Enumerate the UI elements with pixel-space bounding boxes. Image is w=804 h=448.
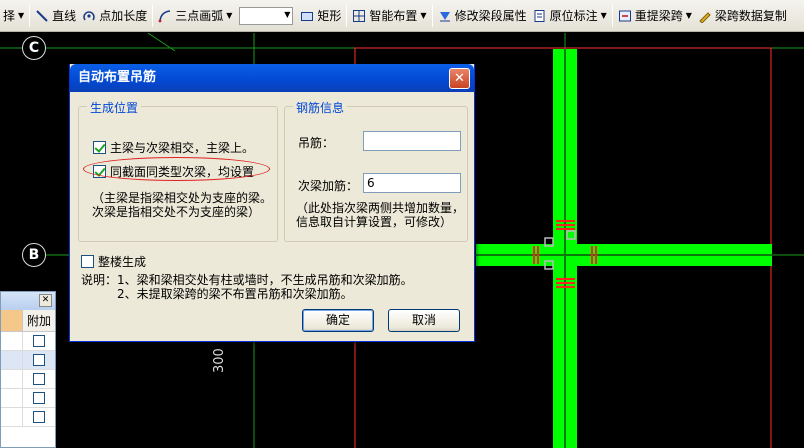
in-situ-annotation-icon bbox=[533, 9, 547, 23]
toolbar-separator bbox=[346, 4, 348, 27]
row-checkbox[interactable] bbox=[33, 373, 45, 385]
table-row bbox=[1, 351, 55, 370]
hanger-input[interactable] bbox=[363, 131, 461, 151]
toolbar-separator bbox=[29, 4, 31, 27]
axis-bubble-c: C bbox=[22, 36, 46, 60]
rectangle-button[interactable]: 矩形 bbox=[297, 4, 344, 28]
extra-rebar-label: 次梁加筋： bbox=[298, 179, 359, 193]
group-legend: 生成位置 bbox=[87, 99, 142, 116]
close-icon[interactable]: ✕ bbox=[449, 68, 470, 89]
row-checkbox[interactable] bbox=[33, 411, 45, 423]
modify-beam-icon bbox=[438, 9, 452, 23]
layer-combo[interactable]: ▼ bbox=[239, 6, 294, 25]
table-row bbox=[1, 408, 55, 427]
whole-floor-checkbox[interactable] bbox=[81, 255, 94, 268]
extra-rebar-input[interactable]: 6 bbox=[363, 173, 461, 193]
arc-icon bbox=[158, 9, 172, 23]
chevron-down-icon: ▼ bbox=[284, 9, 291, 19]
copy-span-icon bbox=[698, 9, 712, 24]
remark-line2: 2、未提取梁跨的梁不布置吊筋和次梁加筋。 bbox=[117, 287, 353, 301]
side-panel: ✕ 附加 bbox=[0, 291, 56, 448]
three-point-arc-button[interactable]: 三点画弧 ▼ bbox=[155, 4, 235, 28]
hanger-label: 吊筋： bbox=[298, 136, 335, 150]
toolbar-select-partial[interactable]: 择 ▼ bbox=[0, 4, 27, 28]
re-extract-span-icon bbox=[618, 9, 632, 23]
chevron-down-icon: ▼ bbox=[226, 11, 233, 20]
row-checkbox[interactable] bbox=[33, 392, 45, 404]
toolbar-separator bbox=[431, 4, 433, 27]
ok-button[interactable]: 确定 bbox=[302, 309, 374, 332]
row-header-cell bbox=[1, 310, 23, 331]
toolbar-separator bbox=[611, 4, 613, 27]
line-button[interactable]: 直线 bbox=[32, 4, 79, 28]
point-length-icon bbox=[82, 9, 96, 23]
remark-line1: 说明：1、梁和梁相交处有柱或墙时，不生成吊筋和次梁加筋。 bbox=[81, 273, 413, 287]
left-note-line1: （主梁是指梁相交处为支座的梁。 bbox=[92, 191, 273, 205]
row-checkbox[interactable] bbox=[33, 335, 45, 347]
axis-bubble-b: B bbox=[22, 243, 46, 267]
table-row bbox=[1, 370, 55, 389]
row-checkbox[interactable] bbox=[33, 354, 45, 366]
toolbar: 择 ▼ 直线 点加长度 三点画弧 ▼ ▼ 矩形 智能布置 ▼ 修改梁段属性 原位标注 ▼… bbox=[0, 0, 804, 32]
left-note-line2: 次梁是指相交处不为支座的梁） bbox=[92, 205, 261, 219]
whole-floor-option[interactable]: 整楼生成 bbox=[81, 253, 146, 270]
main-secondary-intersect-option[interactable]: 主梁与次梁相交，主梁上。 bbox=[93, 139, 254, 156]
close-icon[interactable]: ✕ bbox=[39, 294, 52, 307]
copy-span-data-button[interactable]: 梁跨数据复制 bbox=[695, 4, 790, 28]
modify-beam-property-button[interactable]: 修改梁段属性 bbox=[435, 4, 530, 28]
highlight-ellipse bbox=[83, 157, 270, 181]
re-extract-span-button[interactable]: 重提梁跨 ▼ bbox=[615, 4, 695, 28]
group-legend: 钢筋信息 bbox=[293, 99, 348, 116]
chevron-down-icon: ▼ bbox=[18, 11, 25, 20]
toolbar-separator bbox=[152, 4, 154, 27]
auto-hanger-dialog: 自动布置吊筋 ✕ 生成位置 主梁与次梁相交，主梁上。 同截面同类型次梁，均设置 … bbox=[69, 64, 475, 342]
right-note-line1: （此处指次梁两侧共增加数量， bbox=[296, 201, 465, 215]
chevron-down-icon: ▼ bbox=[420, 11, 427, 20]
table-row bbox=[1, 332, 55, 351]
cancel-button[interactable]: 取消 bbox=[388, 309, 460, 332]
point-length-button[interactable]: 点加长度 bbox=[79, 4, 150, 28]
line-icon bbox=[35, 9, 49, 23]
dialog-titlebar[interactable]: 自动布置吊筋 ✕ bbox=[70, 64, 474, 92]
in-situ-annotation-button[interactable]: 原位标注 ▼ bbox=[530, 4, 610, 28]
right-note-line2: 信息取自计算设置，可修改） bbox=[296, 215, 453, 229]
chevron-down-icon: ▼ bbox=[600, 11, 607, 20]
dialog-title: 自动布置吊筋 bbox=[78, 70, 157, 85]
column-header-extra: 附加 bbox=[26, 314, 51, 328]
table-row bbox=[1, 389, 55, 408]
side-panel-header: 附加 bbox=[1, 310, 55, 332]
side-panel-titlebar: ✕ bbox=[1, 292, 55, 310]
rectangle-icon bbox=[300, 9, 314, 23]
chevron-down-icon: ▼ bbox=[685, 11, 692, 20]
smart-layout-button[interactable]: 智能布置 ▼ bbox=[349, 4, 429, 28]
smart-layout-icon bbox=[352, 9, 366, 23]
dimension-label: 300 bbox=[212, 348, 227, 373]
main-secondary-intersect-checkbox[interactable] bbox=[93, 141, 106, 154]
